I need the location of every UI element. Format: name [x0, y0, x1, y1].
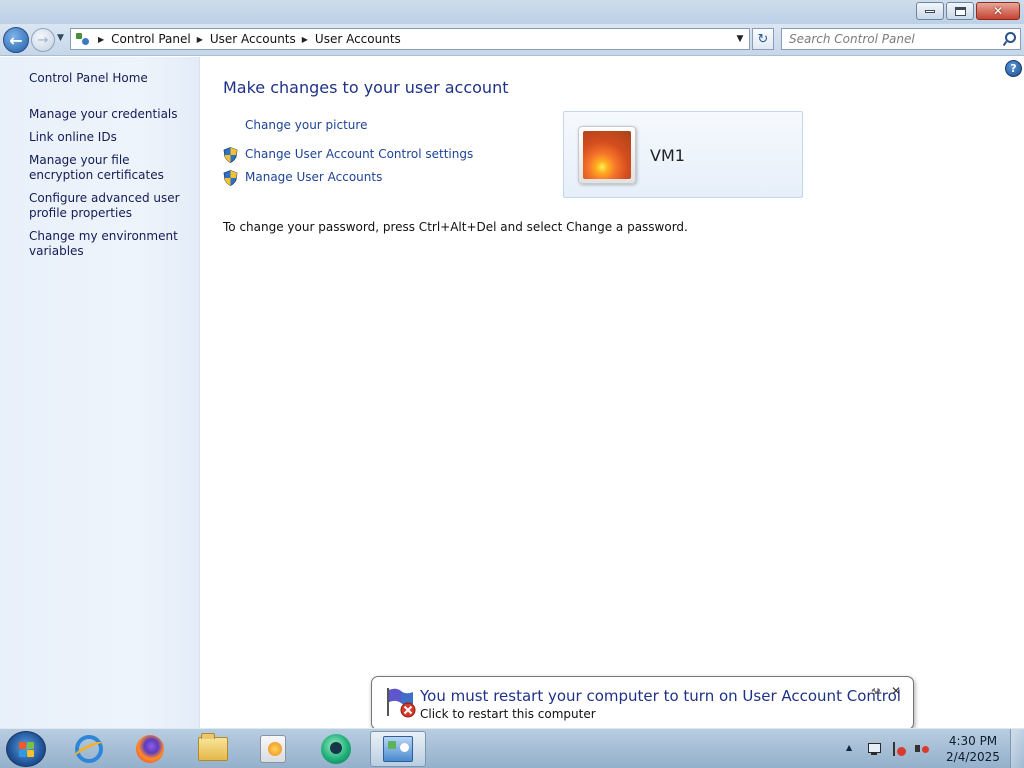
- show-hidden-icons-button[interactable]: ▲: [846, 743, 852, 752]
- breadcrumb-control-panel[interactable]: Control Panel: [111, 32, 191, 46]
- show-desktop-button[interactable]: [1010, 729, 1024, 768]
- breadcrumb-user-accounts-current[interactable]: User Accounts: [315, 32, 401, 46]
- breadcrumb-separator-icon[interactable]: ▶: [197, 35, 203, 44]
- account-name: VM1: [650, 146, 685, 165]
- app-icon: [321, 734, 351, 764]
- page-title: Make changes to your user account: [223, 78, 509, 97]
- taskbar-control-panel[interactable]: [370, 731, 426, 767]
- uac-shield-icon: [223, 170, 238, 186]
- folder-icon: [198, 733, 228, 761]
- file-encryption-certificates-link[interactable]: Manage your file encryption certificates: [29, 153, 194, 183]
- address-history-dropdown[interactable]: ▼: [731, 34, 749, 44]
- advanced-user-profile-link[interactable]: Configure advanced user profile properti…: [29, 191, 194, 221]
- taskbar-internet-explorer[interactable]: [64, 731, 114, 767]
- address-bar[interactable]: ▶ Control Panel ▶ User Accounts ▶ User A…: [70, 28, 750, 50]
- taskbar-media-player[interactable]: [248, 731, 298, 767]
- control-panel-icon: [383, 736, 413, 762]
- action-center-flag-icon[interactable]: [891, 741, 907, 757]
- maximize-button[interactable]: [946, 2, 974, 20]
- network-icon[interactable]: [866, 741, 882, 757]
- minimize-button[interactable]: [916, 2, 944, 20]
- minimize-icon: [925, 9, 935, 13]
- user-account-tile: VM1: [563, 111, 803, 198]
- action-center-error-icon: [384, 686, 416, 718]
- back-arrow-icon: ←: [9, 30, 23, 50]
- clock-date: 2/4/2025: [946, 750, 1000, 764]
- main-content: ? Make changes to your user account Chan…: [200, 57, 1024, 729]
- taskbar-app[interactable]: [311, 731, 361, 767]
- clock[interactable]: 4:30 PM 2/4/2025: [940, 733, 1006, 765]
- search-input[interactable]: [782, 29, 992, 49]
- refresh-icon: ↻: [757, 31, 769, 47]
- media-player-icon: [260, 735, 286, 763]
- manage-user-accounts-link[interactable]: Manage User Accounts: [245, 170, 382, 184]
- task-pane: Control Panel Home Manage your credentia…: [0, 57, 200, 729]
- breadcrumb-separator-icon[interactable]: ▶: [98, 35, 104, 44]
- manage-credentials-link[interactable]: Manage your credentials: [29, 107, 194, 122]
- avatar[interactable]: [578, 126, 636, 184]
- notification-subtitle[interactable]: Click to restart this computer: [420, 707, 596, 721]
- volume-muted-icon[interactable]: [914, 741, 930, 757]
- notification-title[interactable]: You must restart your computer to turn o…: [420, 687, 901, 705]
- taskbar: ▲ 4:30 PM 2/4/2025: [0, 728, 1024, 768]
- recent-pages-dropdown[interactable]: ▼: [57, 33, 64, 43]
- restore-icon: [954, 6, 966, 16]
- window-titlebar: ✕: [0, 0, 1024, 24]
- clock-time: 4:30 PM: [948, 734, 998, 748]
- close-icon: ✕: [992, 4, 1004, 18]
- windows-logo-icon: [19, 742, 35, 758]
- forward-arrow-icon: →: [37, 32, 49, 48]
- uac-shield-icon: [223, 147, 238, 163]
- change-picture-link[interactable]: Change your picture: [245, 118, 367, 132]
- control-panel-home-link[interactable]: Control Panel Home: [29, 71, 148, 85]
- window-controls: ✕: [914, 2, 1020, 20]
- forward-button[interactable]: →: [31, 28, 55, 52]
- internet-explorer-icon: [75, 735, 103, 763]
- uac-settings-link[interactable]: Change User Account Control settings: [245, 147, 473, 161]
- flower-picture-icon: [583, 131, 631, 179]
- start-button[interactable]: [6, 731, 46, 767]
- taskbar-firefox[interactable]: [125, 731, 175, 767]
- notification-close-button[interactable]: ✕: [891, 684, 901, 698]
- navigation-bar: ← → ▼ ▶ Control Panel ▶ User Accounts ▶ …: [0, 24, 1024, 56]
- taskbar-windows-explorer[interactable]: [188, 731, 238, 767]
- firefox-icon: [136, 735, 164, 763]
- breadcrumb-separator-icon[interactable]: ▶: [302, 35, 308, 44]
- environment-variables-link[interactable]: Change my environment variables: [29, 229, 194, 259]
- wrench-icon[interactable]: ⚒: [871, 686, 881, 699]
- close-button[interactable]: ✕: [976, 2, 1020, 20]
- search-box[interactable]: [781, 28, 1021, 50]
- link-online-ids-link[interactable]: Link online IDs: [29, 130, 194, 145]
- search-icon[interactable]: [1003, 32, 1016, 46]
- password-instructions: To change your password, press Ctrl+Alt+…: [223, 220, 688, 234]
- refresh-button[interactable]: ↻: [752, 28, 774, 50]
- breadcrumb-user-accounts[interactable]: User Accounts: [210, 32, 296, 46]
- control-panel-icon: [74, 31, 92, 47]
- notification-balloon[interactable]: You must restart your computer to turn o…: [371, 676, 914, 730]
- back-button[interactable]: ←: [3, 27, 29, 53]
- help-icon[interactable]: ?: [1005, 60, 1022, 77]
